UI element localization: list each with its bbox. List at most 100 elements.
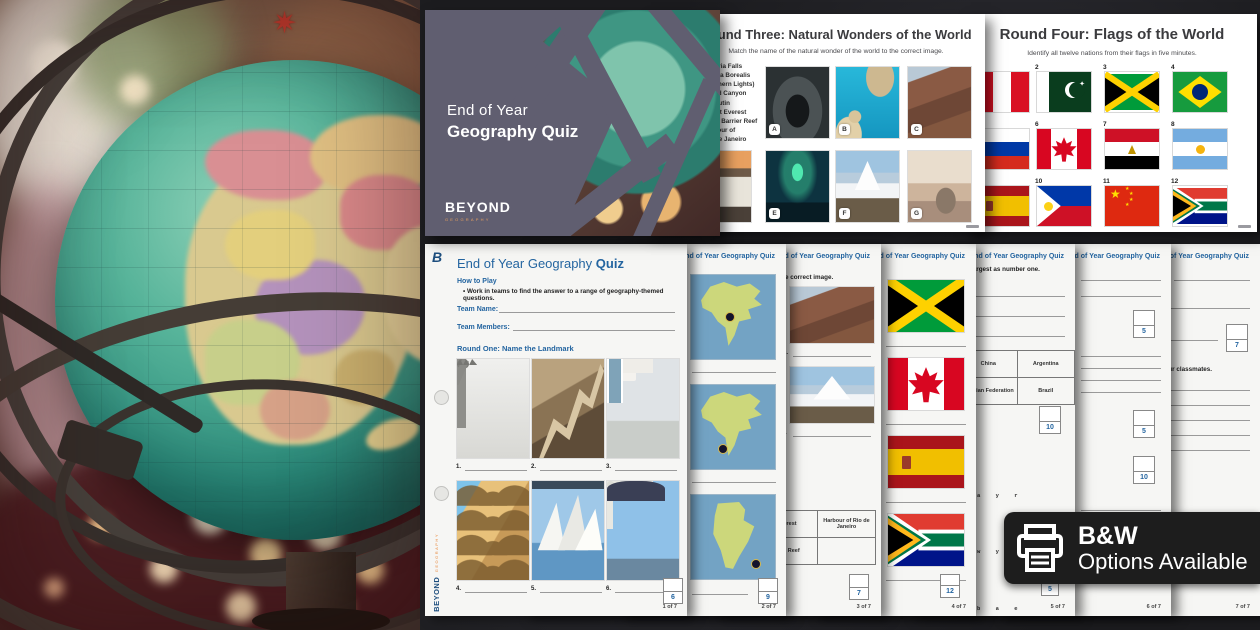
flag-number: 2 [1035, 64, 1039, 71]
landmark-great-wall [531, 358, 605, 459]
wonder-image-rio-harbour: G [907, 150, 972, 223]
round3-subtitle: Match the name of the natural wonder of … [695, 48, 977, 55]
beyond-logo: BEYOND GEOGRAPHY [445, 200, 511, 222]
page-header: End of Year Geography Quiz [681, 253, 775, 260]
wonder-image-canyon [789, 286, 875, 344]
map-marker [751, 559, 761, 569]
page-header: End of Year Geography Quiz [970, 253, 1064, 260]
team-members-line[interactable] [513, 330, 675, 331]
answer-number: 2. [531, 464, 536, 470]
bw-options-badge: B&W Options Available [1004, 512, 1260, 584]
wonder-image-reef: B [835, 66, 900, 139]
cover-heading: End of Year Geography Quiz [447, 102, 578, 142]
wonder-image-canyon: C [907, 66, 972, 139]
score-box: 6 [663, 578, 683, 604]
image-label: F [839, 208, 850, 219]
wonder-image-everest [789, 366, 875, 424]
beyond-logo-text: BEYOND [445, 199, 511, 215]
hole-punch [434, 486, 449, 501]
slide-round-four: Round Four: Flags of the World Identify … [965, 14, 1257, 232]
page-header: End of Year Geography Quiz [1066, 253, 1160, 260]
score-box: 7 [849, 574, 869, 600]
score-box: 9 [758, 578, 778, 604]
worksheet-page-1: B BEYOND GEOGRAPHY End of Year Geography… [425, 244, 687, 616]
round4-title: Round Four: Flags of the World [975, 26, 1249, 43]
flag-number: 4 [1171, 64, 1175, 71]
cover-kicker: End of Year [447, 102, 578, 119]
badge-text: B&W Options Available [1078, 523, 1248, 572]
wonder-image-everest: F [835, 150, 900, 223]
page-header: End of Year Geography Quiz [871, 253, 965, 260]
page-number: 7 of 7 [1236, 604, 1250, 610]
instruction-fragment: largest as number one. [971, 266, 1040, 273]
how-to-play-label: How to Play [457, 278, 497, 285]
map-marker [718, 444, 728, 454]
flag-brazil [1173, 72, 1227, 112]
page-number: 4 of 7 [952, 604, 966, 610]
slide-watermark [1238, 225, 1251, 228]
answer-number: 5. [531, 586, 536, 592]
score-box: 5 [1133, 310, 1155, 338]
instruction-fragment: the correct image. [779, 274, 833, 281]
team-name-line[interactable] [499, 312, 675, 313]
landmark-christ-the-redeemer [606, 480, 680, 581]
map-marker [725, 312, 735, 322]
wonder-image-volcano: A [765, 66, 830, 139]
flag-canada [1037, 129, 1091, 169]
answer-number: 3. [606, 464, 611, 470]
slide-watermark [966, 225, 979, 228]
page-header: End of Year Geography Quiz [776, 253, 870, 260]
how-to-play-bullet: • Work in teams to find the answer to a … [463, 288, 675, 302]
page-number: 6 of 7 [1147, 604, 1161, 610]
landmark-statue-of-liberty [456, 358, 530, 459]
flag-number: 7 [1103, 121, 1107, 128]
answer-number: 6. [606, 586, 611, 592]
slide-title-cover: End of Year Geography Quiz BEYOND GEOGRA… [425, 10, 720, 236]
globe-photo: ✷ [0, 0, 420, 630]
map-north-america [690, 384, 776, 470]
image-label: E [769, 208, 780, 219]
image-label: A [769, 124, 780, 135]
photo-vignette [0, 0, 420, 630]
map-africa [690, 494, 776, 580]
landmark-colosseum [456, 480, 530, 581]
answer-number: 4. [456, 586, 461, 592]
round-one-heading: Round One: Name the Landmark [457, 344, 574, 353]
beyond-vertical-brand: BEYOND GEOGRAPHY [429, 533, 445, 612]
map-north-america [690, 274, 776, 360]
badge-title: B&W [1078, 523, 1248, 549]
flag-china: ★ ★ ★ ★ ★ [1105, 186, 1159, 226]
score-box: 10 [1133, 456, 1155, 484]
answer-number: 1. [456, 464, 461, 470]
cover-title: Geography Quiz [447, 122, 578, 142]
score-box: 7 [1226, 324, 1248, 352]
flag-number: 11 [1103, 178, 1110, 185]
printer-icon [1014, 522, 1066, 574]
round4-subtitle: Identify all twelve nations from their f… [975, 50, 1249, 57]
flag-number: 8 [1171, 121, 1175, 128]
flag-philippines [1037, 186, 1091, 226]
flag-number: 3 [1103, 64, 1107, 71]
image-label: B [839, 124, 850, 135]
score-box: 12 [940, 574, 960, 598]
landmark-sydney-opera-house [531, 480, 605, 581]
page-number: 2 of 7 [762, 604, 776, 610]
beyond-logo-sub: GEOGRAPHY [445, 218, 511, 222]
team-members-label: Team Members: [457, 324, 510, 331]
flag-number: 10 [1035, 178, 1042, 185]
flag-jamaica [1105, 72, 1159, 112]
image-label: C [911, 124, 922, 135]
flag-argentina [1173, 129, 1227, 169]
score-box: 10 [1039, 406, 1061, 434]
answer-table: ChinaArgentina Russian FederationBrazil [959, 350, 1075, 405]
hole-punch [434, 390, 449, 405]
flag-south-africa [888, 514, 964, 566]
score-box: 5 [1133, 410, 1155, 438]
badge-subtitle: Options Available [1078, 550, 1248, 573]
beyond-b-logo: B [432, 249, 442, 265]
flag-pakistan: ✦ [1037, 72, 1091, 112]
flag-spain [888, 436, 964, 488]
round3-title: Round Three: Natural Wonders of the Worl… [695, 27, 977, 42]
flag-south-africa [1173, 186, 1227, 226]
page-number: 3 of 7 [857, 604, 871, 610]
